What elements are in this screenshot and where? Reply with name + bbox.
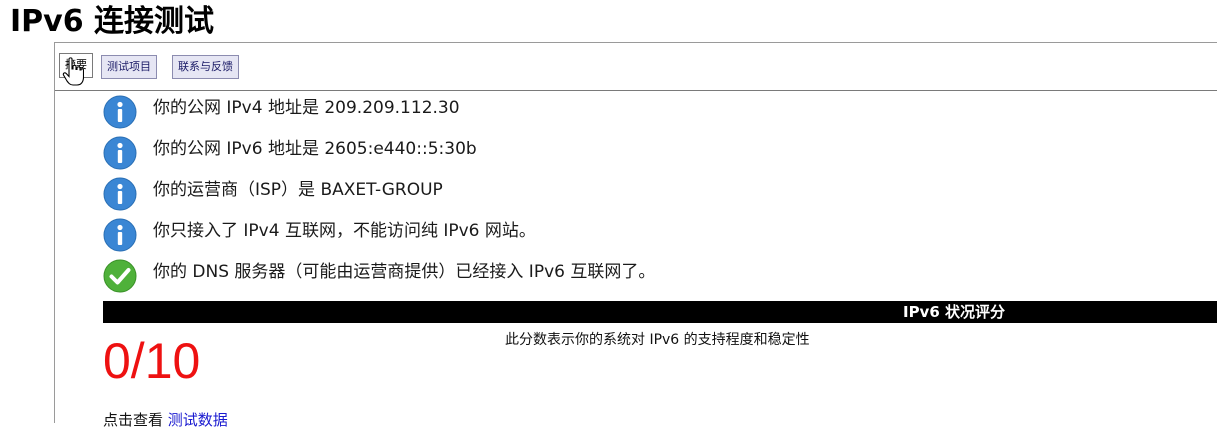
score-title: IPv6 状况评分 [902, 303, 1005, 321]
info-icon [103, 95, 137, 129]
score-description: 此分数表示你的系统对 IPv6 的支持程度和稳定性 [505, 332, 810, 348]
check-icon [103, 259, 137, 293]
test-data-footer: 点击查看 测试数据 [103, 409, 228, 430]
info-icon [103, 177, 137, 211]
footer-prefix: 点击查看 [103, 411, 164, 429]
tab-contact-feedback[interactable]: 联系与反馈 [172, 55, 239, 79]
message-text: 你的运营商（ISP）是 BAXET-GROUP [153, 180, 443, 200]
message-text: 你的公网 IPv6 地址是 2605:e440::5:30b [153, 139, 477, 159]
info-icon [103, 136, 137, 170]
message-text: 你只接入了 IPv4 互联网，不能访问纯 IPv6 网站。 [153, 221, 536, 241]
hand-cursor-icon [62, 57, 84, 86]
message-text: 你的公网 IPv4 地址是 209.209.112.30 [153, 98, 460, 118]
message-text: 你的 DNS 服务器（可能由运营商提供）已经接入 IPv6 互联网了。 [153, 262, 656, 282]
score-header-bar: IPv6 状况评分 [103, 301, 1217, 323]
tab-panel: 摘要 测试项目 联系与反馈 你的公网 IPv4 地址是 209.209.112.… [54, 42, 1217, 429]
score-value: 0/10 [103, 333, 201, 389]
tab-test-items[interactable]: 测试项目 [101, 55, 157, 79]
info-icon [103, 218, 137, 252]
page-title: IPv6 连接测试 [10, 4, 215, 39]
tab-divider [55, 90, 1217, 91]
test-data-link[interactable]: 测试数据 [168, 411, 228, 429]
